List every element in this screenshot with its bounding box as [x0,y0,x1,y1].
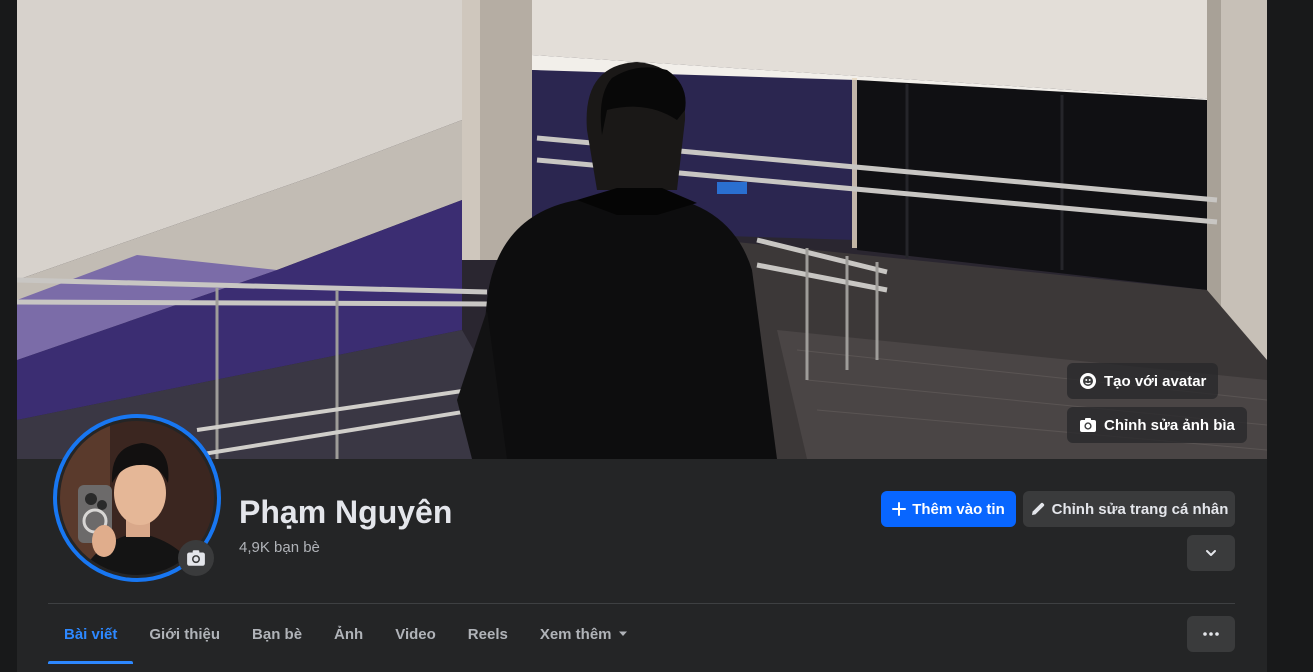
profile-page: Tạo với avatar Chỉnh sửa ảnh bìa Phạm Ng… [0,0,1313,672]
edit-profile-label: Chỉnh sửa trang cá nhân [1051,500,1229,518]
update-avatar-button[interactable] [178,540,214,576]
tab-photos[interactable]: Ảnh [318,604,379,664]
tab-label: Bài viết [64,625,118,643]
add-to-story-button[interactable]: Thêm vào tin [881,491,1016,527]
tab-label: Ảnh [334,625,364,643]
edit-profile-button[interactable]: Chỉnh sửa trang cá nhân [1023,491,1235,527]
tab-more[interactable]: Xem thêm [524,604,644,664]
more-dots-icon [1203,632,1219,636]
create-with-avatar-button[interactable]: Tạo với avatar [1067,363,1219,399]
add-to-story-label: Thêm vào tin [912,500,1005,518]
friends-count-link[interactable]: 4,9K bạn bè [239,539,320,556]
tab-videos[interactable]: Video [379,604,452,664]
caret-down-icon [618,631,627,636]
profile-tabs: Bài viết Giới thiệu Bạn bè Ảnh Video Ree… [48,604,644,664]
avatar-sticker-icon [1080,373,1096,389]
profile-name: Phạm Nguyên [239,494,453,530]
tab-label: Giới thiệu [149,625,221,643]
camera-icon [187,550,205,566]
create-with-avatar-label: Tạo với avatar [1104,372,1207,390]
chevron-down-icon [1206,550,1216,556]
camera-icon [1080,418,1096,432]
tab-label: Bạn bè [252,625,303,643]
cover-photo[interactable]: Tạo với avatar Chỉnh sửa ảnh bìa [17,0,1267,459]
tab-reels[interactable]: Reels [452,604,524,664]
more-options-button[interactable] [1187,616,1235,652]
tab-label: Video [395,625,436,643]
expand-options-button[interactable] [1187,535,1235,571]
pencil-icon [1031,502,1044,515]
edit-cover-photo-button[interactable]: Chỉnh sửa ảnh bìa [1067,407,1247,443]
tab-posts[interactable]: Bài viết [48,604,134,664]
tab-label: Xem thêm [539,625,612,643]
plus-icon [892,502,907,516]
tab-about[interactable]: Giới thiệu [133,604,236,664]
tab-friends[interactable]: Bạn bè [236,604,318,664]
edit-cover-photo-label: Chỉnh sửa ảnh bìa [1104,416,1235,434]
tab-label: Reels [467,625,508,643]
